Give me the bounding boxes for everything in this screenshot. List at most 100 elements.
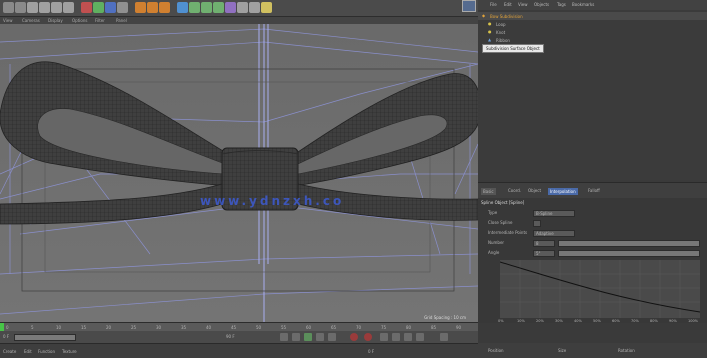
- record-button[interactable]: [350, 333, 358, 341]
- viewport-menu-cameras[interactable]: Cameras: [22, 18, 40, 23]
- select-icon[interactable]: [27, 2, 38, 13]
- layout-icon[interactable]: [462, 0, 476, 12]
- viewport-menu-view[interactable]: View: [3, 18, 13, 23]
- camera-icon[interactable]: [249, 2, 260, 13]
- 3d-viewport[interactable]: www.ydnzxh.co Grid Spacing : 10 cm: [0, 24, 478, 322]
- type-label: Type: [488, 210, 498, 215]
- timeline-tick-label: 0: [6, 325, 9, 330]
- menu-texture[interactable]: Texture: [62, 349, 77, 354]
- object-name[interactable]: Ribbon: [496, 38, 510, 43]
- floor-icon[interactable]: [237, 2, 248, 13]
- falloff-curve-graph[interactable]: [500, 260, 700, 318]
- tab-size[interactable]: Size: [558, 348, 566, 353]
- angle-input[interactable]: 5°: [533, 250, 555, 257]
- timeline-options-button[interactable]: [440, 333, 448, 341]
- frame-range-slider[interactable]: [14, 334, 76, 341]
- transport-bar: 0 F 90 F: [0, 331, 478, 343]
- timeline-tick-label: 40: [206, 325, 212, 330]
- tab-object[interactable]: Object: [528, 188, 541, 193]
- autokey-button[interactable]: [364, 333, 372, 341]
- start-frame[interactable]: 0 F: [3, 334, 9, 339]
- undo-icon[interactable]: [3, 2, 14, 13]
- render-settings-icon[interactable]: [159, 2, 170, 13]
- goto-start-button[interactable]: [280, 333, 288, 341]
- timeline-tick-label: 65: [331, 325, 337, 330]
- pen-icon[interactable]: [189, 2, 200, 13]
- tab-interpolation[interactable]: Interpolation: [548, 188, 578, 195]
- close-spline-label: Close Spline: [488, 220, 513, 225]
- object-name[interactable]: Loop: [496, 22, 506, 27]
- menu-create[interactable]: Create: [3, 349, 16, 354]
- viewport-menu-filter[interactable]: Filter: [95, 18, 105, 23]
- timeline-tick-label: 5: [31, 325, 34, 330]
- tab-position[interactable]: Position: [488, 348, 504, 353]
- render-icon[interactable]: [147, 2, 158, 13]
- angle-value: 5°: [536, 251, 541, 256]
- number-slider[interactable]: [558, 240, 700, 247]
- angle-slider[interactable]: [558, 250, 700, 257]
- graph-x-tick-label: 40%: [574, 319, 582, 323]
- position-key-button[interactable]: [392, 333, 400, 341]
- light-icon[interactable]: [261, 2, 272, 13]
- playhead-marker[interactable]: [0, 323, 4, 331]
- tab-basic[interactable]: Basic: [481, 188, 496, 195]
- keyframe-selection-button[interactable]: [380, 333, 388, 341]
- menu-function[interactable]: Function: [38, 349, 55, 354]
- attribute-tabs: Basic Coord. Object Interpolation Fallof…: [478, 182, 707, 198]
- render-view-icon[interactable]: [135, 2, 146, 13]
- subdivide-icon[interactable]: [201, 2, 212, 13]
- viewport-menu-panel[interactable]: Panel: [116, 18, 127, 23]
- om-menu-edit[interactable]: Edit: [504, 2, 512, 7]
- world-icon[interactable]: [117, 2, 128, 13]
- om-menu-tags[interactable]: Tags: [557, 2, 566, 7]
- timeline-tick-label: 10: [56, 325, 62, 330]
- timeline-tick-label: 80: [406, 325, 412, 330]
- tab-coord[interactable]: Coord.: [508, 188, 521, 193]
- viewport-menu-display[interactable]: Display: [48, 18, 63, 23]
- om-menu-bookmarks[interactable]: Bookmarks: [572, 2, 594, 7]
- step-back-button[interactable]: [292, 333, 300, 341]
- om-menu-view[interactable]: View: [518, 2, 528, 7]
- type-value: B-Spline: [536, 211, 553, 216]
- close-spline-checkbox[interactable]: [533, 220, 541, 227]
- list-item[interactable]: ● Knot: [478, 28, 707, 36]
- object-name[interactable]: Bow Subdivision: [490, 14, 523, 19]
- menu-edit[interactable]: Edit: [24, 349, 32, 354]
- coordinate-tabs: Position Size Rotation: [478, 343, 707, 358]
- scale-key-button[interactable]: [416, 333, 424, 341]
- axis-z-icon[interactable]: [105, 2, 116, 13]
- axis-y-icon[interactable]: [93, 2, 104, 13]
- rotate-icon[interactable]: [63, 2, 74, 13]
- play-button[interactable]: [304, 333, 312, 341]
- viewport-menu-options[interactable]: Options: [72, 18, 87, 23]
- spline-icon: ●: [488, 29, 492, 34]
- timeline-ruler[interactable]: 0 5 10 15 20 25 30 35 40 45 50 55 60 65 70 75 80 85 90: [0, 322, 478, 331]
- end-frame[interactable]: 90 F: [226, 334, 235, 339]
- list-item[interactable]: ▲ Ribbon: [478, 36, 707, 44]
- watermark-text: www.ydnzxh.co: [200, 194, 345, 208]
- type-dropdown[interactable]: B-Spline: [533, 210, 575, 217]
- tab-falloff[interactable]: Falloff: [588, 188, 600, 193]
- goto-end-button[interactable]: [328, 333, 336, 341]
- timeline-tick-label: 55: [281, 325, 287, 330]
- number-input[interactable]: 8: [533, 240, 555, 247]
- om-menu-objects[interactable]: Objects: [534, 2, 549, 7]
- rotation-key-button[interactable]: [404, 333, 412, 341]
- om-menu-file[interactable]: File: [490, 2, 497, 7]
- step-forward-button[interactable]: [316, 333, 324, 341]
- object-name[interactable]: Knot: [496, 30, 505, 35]
- cube-icon[interactable]: [177, 2, 188, 13]
- material-manager-bar: Create Edit Function Texture 0 F: [0, 343, 478, 358]
- intermediate-points-dropdown[interactable]: Adaptive: [533, 230, 575, 237]
- tab-rotation[interactable]: Rotation: [618, 348, 635, 353]
- redo-icon[interactable]: [15, 2, 26, 13]
- scale-icon[interactable]: [51, 2, 62, 13]
- list-item[interactable]: ◆ Bow Subdivision: [478, 12, 707, 20]
- move-icon[interactable]: [39, 2, 50, 13]
- list-item[interactable]: ● Loop: [478, 20, 707, 28]
- array-icon[interactable]: [213, 2, 224, 13]
- deformer-icon[interactable]: [225, 2, 236, 13]
- axis-x-icon[interactable]: [81, 2, 92, 13]
- tooltip: Subdivision Surface Object: [482, 44, 544, 53]
- graph-x-tick-label: 0%: [498, 319, 504, 323]
